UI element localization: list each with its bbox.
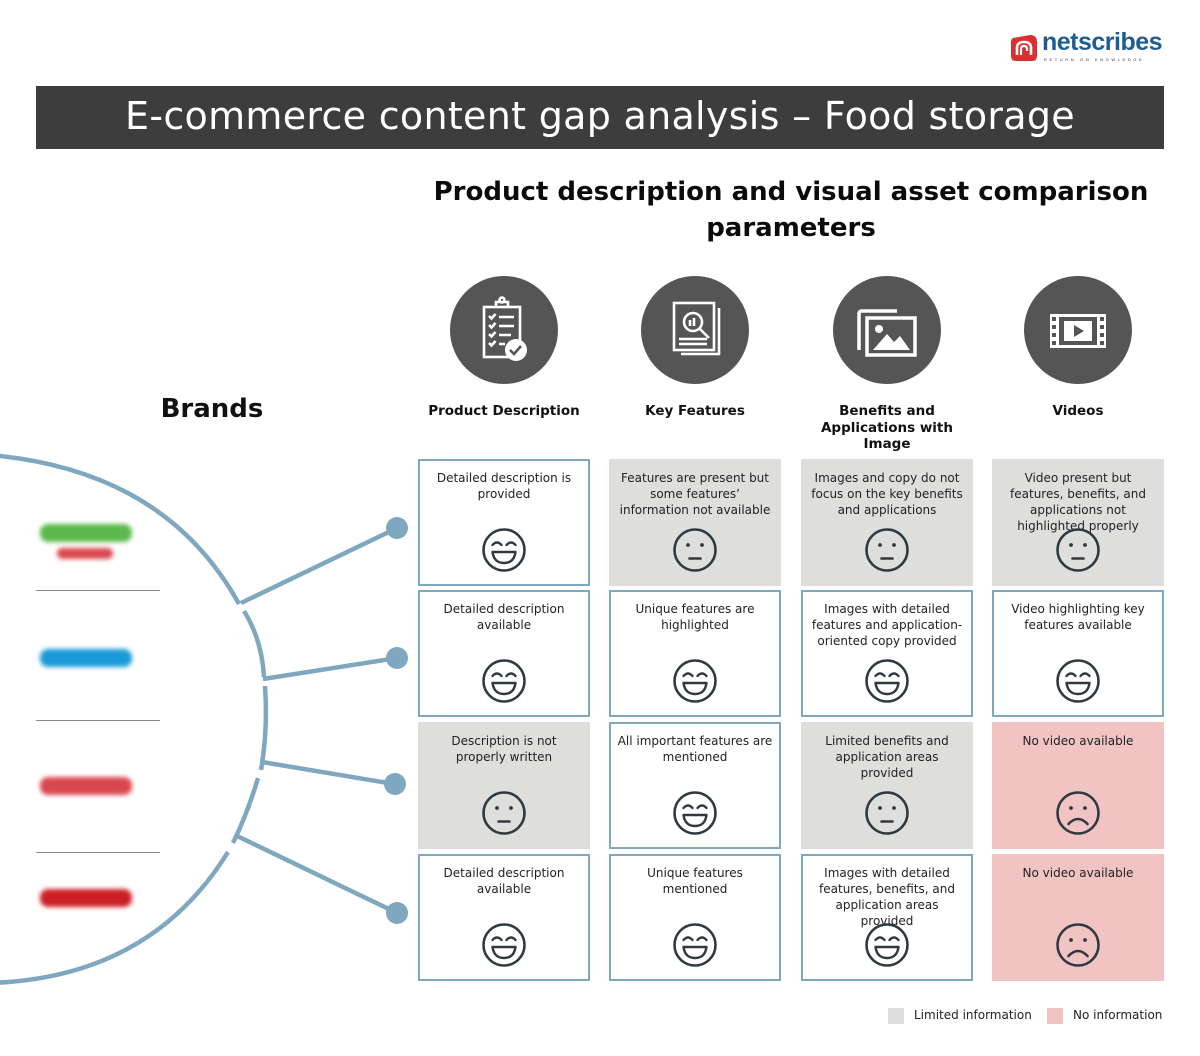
- brand-arc-segment-5: [0, 850, 230, 985]
- matrix-cell-brand3-benefits-applications: Limited benefits and application areas p…: [801, 722, 973, 849]
- icon-circle: [833, 276, 941, 384]
- cell-text: Images and copy do not focus on the key …: [811, 471, 963, 517]
- brand-divider: [36, 720, 160, 721]
- spoke-line-3: [261, 759, 395, 787]
- cell-text: Video present but features, benefits, an…: [1010, 471, 1146, 533]
- cell-text: Limited benefits and application areas p…: [825, 734, 949, 780]
- icon-circle: [641, 276, 749, 384]
- cell-text: Description is not properly written: [451, 734, 557, 764]
- document-magnifier-icon: [672, 301, 721, 356]
- icon-circle: [1024, 276, 1132, 384]
- happy-face-icon: [1056, 659, 1100, 703]
- cell-text: All important features are mentioned: [617, 734, 773, 764]
- matrix-cell-brand2-videos: Video highlighting key features availabl…: [992, 590, 1164, 717]
- legend-swatch-none: [1047, 1008, 1063, 1024]
- cell-text: Video highlighting key features availabl…: [1011, 602, 1145, 632]
- spoke-node-3: [384, 773, 406, 795]
- matrix-cell-brand4-videos: No video available: [992, 854, 1164, 981]
- parameter-header-product-description: Product Description: [418, 276, 590, 420]
- cell-text: Features are present but some features’ …: [619, 471, 771, 517]
- happy-face-icon: [673, 659, 717, 703]
- cell-text: No video available: [1022, 734, 1134, 748]
- neutral-face-icon: [865, 528, 909, 572]
- happy-face-icon: [865, 659, 909, 703]
- cell-text: Images with detailed features and applic…: [811, 602, 963, 648]
- brand-logo-4: [40, 889, 132, 907]
- legend-label: Limited information: [914, 1008, 1032, 1022]
- parameter-header-key-features: Key Features: [609, 276, 781, 420]
- brand-divider: [36, 590, 160, 591]
- matrix-cell-brand2-key-features: Unique features are highlighted: [609, 590, 781, 717]
- matrix-cell-brand3-key-features: All important features are mentioned: [609, 722, 781, 849]
- brand-arc-segment-2: [242, 609, 267, 678]
- neutral-face-icon: [673, 528, 717, 572]
- parameter-header-benefits-applications: Benefits and Applications with Image: [801, 276, 973, 453]
- cell-text: Detailed description is provided: [436, 471, 572, 501]
- matrix-cell-brand4-product-description: Detailed description available: [418, 854, 590, 981]
- video-film-icon: [1050, 314, 1106, 348]
- clipboard-checklist-icon: [482, 296, 527, 361]
- sad-face-icon: [1056, 791, 1100, 835]
- matrix-cell-brand1-product-description: Detailed description is provided: [418, 459, 590, 586]
- matrix-cell-brand2-product-description: Detailed description available: [418, 590, 590, 717]
- cell-text: No video available: [1022, 866, 1134, 880]
- brand-arc-segment-4: [230, 777, 261, 844]
- cell-text: Unique features mentioned: [647, 866, 743, 896]
- spoke-line-1: [240, 525, 398, 606]
- brand-logo-2: [40, 649, 132, 667]
- matrix-cell-brand4-key-features: Unique features mentioned: [609, 854, 781, 981]
- brand-logo-3: [40, 777, 132, 795]
- spoke-node-1: [386, 517, 408, 539]
- happy-face-icon: [482, 528, 526, 572]
- happy-face-icon: [673, 791, 717, 835]
- cell-text: Detailed description available: [443, 602, 565, 632]
- legend-swatch-limited: [888, 1008, 904, 1024]
- spoke-node-4: [386, 902, 408, 924]
- neutral-face-icon: [865, 791, 909, 835]
- image-gallery-icon: [857, 309, 917, 357]
- sad-face-icon: [1056, 923, 1100, 967]
- parameter-header-videos: Videos: [992, 276, 1164, 420]
- cell-text: Images with detailed features, benefits,…: [819, 866, 955, 928]
- spoke-line-4: [236, 833, 398, 916]
- parameter-label: Videos: [1052, 403, 1104, 419]
- matrix-cell-brand1-key-features: Features are present but some features’ …: [609, 459, 781, 586]
- brand-logo-1-secondary: [57, 548, 113, 559]
- matrix-cell-brand1-benefits-applications: Images and copy do not focus on the key …: [801, 459, 973, 586]
- matrix-cell-brand1-videos: Video present but features, benefits, an…: [992, 459, 1164, 586]
- cell-text: Unique features are highlighted: [635, 602, 755, 632]
- matrix-cell-brand2-benefits-applications: Images with detailed features and applic…: [801, 590, 973, 717]
- neutral-face-icon: [482, 791, 526, 835]
- matrix-cell-brand3-videos: No video available: [992, 722, 1164, 849]
- neutral-face-icon: [1056, 528, 1100, 572]
- legend-label: No information: [1073, 1008, 1163, 1022]
- happy-face-icon: [673, 923, 717, 967]
- icon-circle: [450, 276, 558, 384]
- parameter-label: Benefits and Applications with Image: [820, 403, 953, 452]
- parameter-label: Product Description: [428, 403, 580, 419]
- happy-face-icon: [865, 923, 909, 967]
- brand-arc-segment-3: [258, 685, 269, 771]
- happy-face-icon: [482, 659, 526, 703]
- matrix-cell-brand4-benefits-applications: Images with detailed features, benefits,…: [801, 854, 973, 981]
- brand-logo-1-primary: [40, 524, 132, 542]
- spoke-line-2: [262, 655, 398, 682]
- spoke-node-2: [386, 647, 408, 669]
- parameter-label: Key Features: [645, 403, 745, 419]
- brand-divider: [36, 852, 160, 853]
- happy-face-icon: [482, 923, 526, 967]
- matrix-cell-brand3-product-description: Description is not properly written: [418, 722, 590, 849]
- cell-text: Detailed description available: [443, 866, 565, 896]
